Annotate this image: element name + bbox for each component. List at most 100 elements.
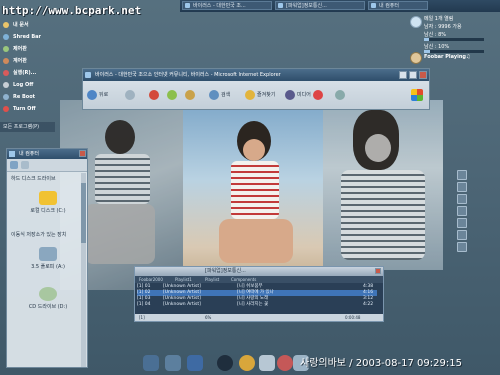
drive-item[interactable]: 3.5 플로피 (A:) [21, 247, 75, 270]
window-title-bar[interactable]: 내 컴퓨터 [7, 149, 87, 159]
window-title-bar[interactable]: 바이러스 - 대한민국 조으소 인터넷 커뮤니티, 바이러스 - Microso… [83, 69, 429, 81]
side-button[interactable] [457, 242, 467, 252]
menu-item-label: Re Boot [13, 94, 36, 100]
tab-components[interactable]: Components [231, 276, 256, 283]
side-button[interactable] [457, 182, 467, 192]
taskbar-item-label: 바이러스 - 대한민국 조... [193, 3, 246, 9]
search-icon [209, 90, 219, 100]
status-time: 0:00:48 [345, 315, 361, 320]
window-title-bar[interactable]: [파워업]정보통신... [135, 267, 383, 276]
media-button[interactable]: 미디어 [285, 89, 311, 101]
tab-playlist1[interactable]: Playlist1 [175, 276, 192, 283]
dock-icon-7[interactable] [277, 355, 293, 371]
sysinfo-line: 남자 : 9996 가용 [424, 24, 462, 30]
drive-label: CD 드라이브 (D:) [28, 304, 68, 310]
wallpaper-photo-right [323, 100, 443, 270]
close-button[interactable] [419, 71, 427, 79]
side-button[interactable] [457, 218, 467, 228]
playlist-tabs: Foobar2000 Playlist1 Playlist Components [135, 276, 383, 283]
vertical-scrollbar[interactable] [81, 173, 86, 367]
cd-drive-icon [39, 287, 57, 301]
print-button[interactable] [335, 89, 347, 101]
back-arrow-icon[interactable] [10, 161, 18, 169]
menu-item-control-panel[interactable]: 제어판 [3, 44, 61, 54]
drive-item[interactable]: CD 드라이브 (D:) [21, 287, 75, 310]
menu-item-label: Shred Bar [13, 34, 41, 40]
menu-item-turn-off[interactable]: Turn Off [3, 104, 61, 114]
photo-figure-legs [85, 204, 155, 264]
menu-item-reboot[interactable]: Re Boot [3, 92, 61, 102]
bar-icon [3, 34, 9, 40]
control-panel-icon [3, 46, 9, 52]
dock-icon-5[interactable] [239, 355, 255, 371]
memory-usage-bar [424, 50, 484, 53]
toolbar-label: 뒤로 [99, 92, 109, 98]
side-button[interactable] [457, 170, 467, 180]
floppy-icon [39, 247, 57, 261]
mail-button[interactable] [313, 89, 325, 101]
folder-icon [3, 22, 9, 28]
close-button[interactable] [375, 268, 381, 274]
minimize-button[interactable] [399, 71, 407, 79]
home-button[interactable] [185, 89, 197, 101]
dock-icon-3[interactable] [187, 355, 203, 371]
favorites-button[interactable]: 즐겨찾기 [245, 89, 275, 101]
internet-explorer-window: 바이러스 - 대한민국 조으소 인터넷 커뮤니티, 바이러스 - Microso… [82, 68, 430, 110]
track-artist: [Unknown Artist] [163, 302, 201, 307]
window-title: [파워업]정보통신... [205, 268, 246, 274]
mail-icon [410, 16, 422, 28]
desktop-menu: 내 문서 Shred Bar 제어판 계어판 실행(R)... Log Off … [0, 20, 52, 135]
refresh-button[interactable] [167, 89, 179, 101]
dock-icon-1[interactable] [143, 355, 159, 371]
menu-item-settings[interactable]: 계어판 [3, 56, 61, 66]
sysinfo-line: 남신 : 8% [424, 32, 446, 38]
my-computer-window: 내 컴퓨터 하드 디스크 드라이브 로컬 디스크 (C:) 이동식 저장소가 있… [6, 148, 88, 368]
toolbar-label: 미디어 [297, 92, 311, 98]
menu-item-my-documents[interactable]: 내 문서 [3, 20, 61, 30]
menu-item-label: Log Off [13, 82, 34, 88]
menu-item-label: 실행(R)... [13, 70, 37, 76]
stop-button[interactable] [149, 89, 161, 101]
side-button[interactable] [457, 194, 467, 204]
window-toolbar [7, 159, 87, 172]
all-programs-button[interactable]: 모든 프로그램(P) [0, 122, 55, 132]
playlist-row[interactable]: [1] 04 [Unknown Artist] [니] 사라지는 꽃 4:22 [137, 302, 377, 308]
side-button[interactable] [457, 230, 467, 240]
scrollbar-thumb[interactable] [81, 183, 86, 243]
taskbar-item[interactable]: 바이러스 - 대한민국 조... [182, 1, 272, 10]
dock-icon-4[interactable] [217, 355, 233, 371]
maximize-button[interactable] [409, 71, 417, 79]
forward-button[interactable] [125, 89, 137, 101]
menu-item-log-off[interactable]: Log Off [3, 80, 61, 90]
status-left: [1] [139, 315, 145, 320]
back-button[interactable]: 뒤로 [87, 89, 108, 101]
side-button[interactable] [457, 206, 467, 216]
close-button[interactable] [79, 150, 86, 157]
tab-foobar[interactable]: Foobar2000 [139, 276, 163, 283]
taskbar-item-label: [파워업]정보통신... [286, 3, 327, 9]
drive-item[interactable]: 로컬 디스크 (C:) [21, 191, 75, 214]
menu-item-label: 계어판 [13, 58, 27, 64]
search-button[interactable]: 검색 [209, 89, 230, 101]
dock-icon-6[interactable] [259, 355, 275, 371]
mail-icon [313, 90, 323, 100]
menu-item-shred-bar[interactable]: Shred Bar [3, 32, 61, 42]
window-title: 내 컴퓨터 [19, 151, 39, 157]
ie-toolbar: 뒤로 검색 즐겨찾기 미디어 [85, 83, 427, 107]
photo-figure-shirt [341, 170, 425, 260]
taskbar-item[interactable]: [파워업]정보통신... [275, 1, 365, 10]
toolbar-label: 즐겨찾기 [257, 92, 276, 98]
back-arrow-icon [87, 90, 97, 100]
tab-playlist[interactable]: Playlist [205, 276, 219, 283]
log-off-icon [3, 82, 9, 88]
folder-up-icon[interactable] [21, 161, 29, 169]
player-status-text: Foobar Playing♫ [424, 54, 471, 60]
home-icon [185, 90, 195, 100]
menu-item-run[interactable]: 실행(R)... [3, 68, 61, 78]
taskbar-item[interactable]: 내 컴퓨터 [368, 1, 428, 10]
photo-figure-face [365, 134, 391, 162]
cpu-usage-bar [424, 38, 484, 41]
photo-figure-face [243, 139, 265, 161]
refresh-icon [167, 90, 177, 100]
dock-icon-2[interactable] [165, 355, 181, 371]
